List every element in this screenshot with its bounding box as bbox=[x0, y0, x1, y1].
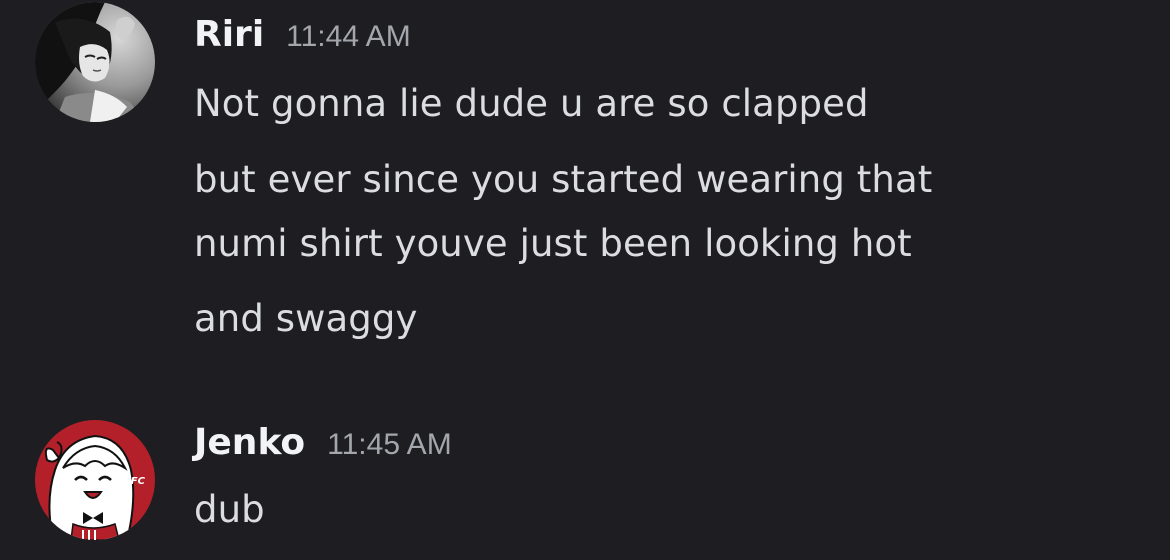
message-header: Riri 11:44 AM bbox=[194, 14, 411, 62]
username[interactable]: Jenko bbox=[194, 422, 305, 463]
message-text-line: and swaggy bbox=[194, 297, 418, 340]
username[interactable]: Riri bbox=[194, 14, 264, 55]
message-text-line: but ever since you started wearing that bbox=[194, 158, 933, 201]
message-text-line: numi shirt youve just been looking hot bbox=[194, 222, 912, 265]
message-item: KFC Jenko 11:45 AM dub bbox=[0, 400, 1170, 560]
message-item: Riri 11:44 AM Not gonna lie dude u are so… bbox=[0, 0, 1170, 360]
message-text-line: dub bbox=[194, 488, 265, 531]
anime-avatar-icon bbox=[35, 2, 155, 122]
message-text-line: Not gonna lie dude u are so clapped bbox=[194, 82, 869, 125]
timestamp: 11:45 AM bbox=[327, 428, 452, 461]
user-avatar-riri[interactable] bbox=[35, 2, 155, 122]
message-header: Jenko 11:45 AM bbox=[194, 422, 452, 470]
user-avatar-jenko[interactable]: KFC bbox=[35, 420, 155, 540]
kfc-badge-text: KFC bbox=[123, 476, 146, 487]
timestamp: 11:44 AM bbox=[286, 20, 411, 53]
kfc-anime-avatar-icon: KFC bbox=[35, 420, 155, 540]
